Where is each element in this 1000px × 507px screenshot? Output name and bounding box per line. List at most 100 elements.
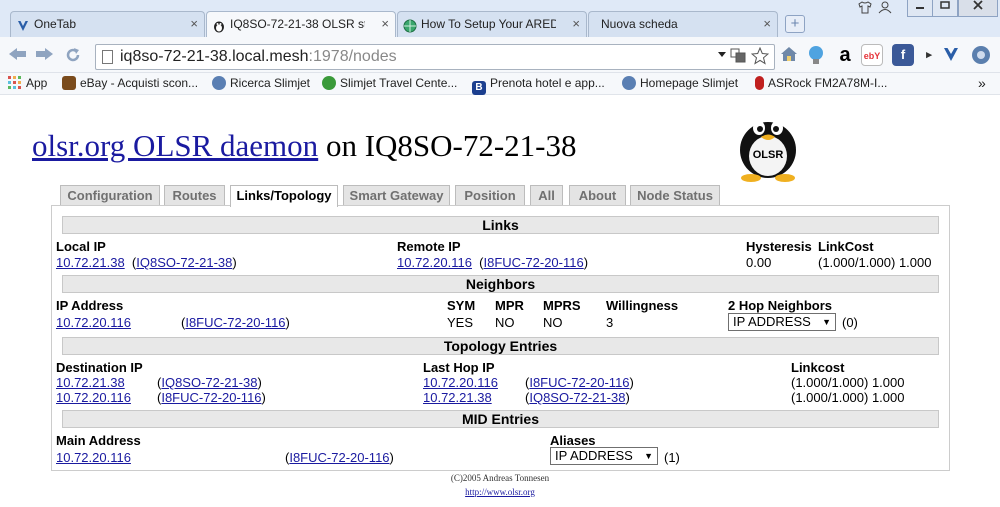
tab-aredn[interactable]: How To Setup Your AREDN × — [397, 11, 587, 37]
two-hop-select[interactable]: IP ADDRESS ▼ — [728, 313, 836, 331]
hop-host-link[interactable]: IQ8SO-72-21-38 — [529, 390, 625, 405]
amazon-icon[interactable]: a — [834, 44, 856, 66]
bookmark-ebay[interactable]: eBay - Acquisti scon... — [62, 75, 198, 92]
tab-smart-gateway[interactable]: Smart Gateway — [343, 185, 450, 206]
local-ip-link[interactable]: 10.72.21.38 — [56, 255, 125, 270]
neighbor-ip-link[interactable]: 10.72.20.116 — [56, 315, 131, 330]
tab-about[interactable]: About — [569, 185, 626, 206]
tab-links-topology[interactable]: Links/Topology — [230, 185, 338, 207]
dest-host-link[interactable]: I8FUC-72-20-116 — [161, 390, 261, 405]
translate-icon[interactable] — [730, 47, 746, 67]
window-close-button[interactable] — [958, 0, 998, 17]
olsr-logo-text: OLSR — [753, 149, 784, 161]
page-title: olsr.org OLSR daemon on IQ8SO-72-21-38 — [32, 128, 577, 164]
bookmark-asrock[interactable]: ASRock FM2A78M-I... — [755, 75, 887, 92]
bookmark-label: Slimjet Travel Cente... — [340, 76, 458, 90]
tab-routes[interactable]: Routes — [164, 185, 225, 206]
bookmark-booking[interactable]: B Prenota hotel e app... — [472, 75, 605, 95]
tab-position[interactable]: Position — [455, 185, 525, 206]
local-host-link[interactable]: IQ8SO-72-21-38 — [136, 255, 232, 270]
two-hop-count: (0) — [842, 315, 858, 330]
dest-ip-link[interactable]: 10.72.20.116 — [56, 390, 131, 405]
mid-host-link[interactable]: I8FUC-72-20-116 — [289, 450, 389, 465]
col-hysteresis: Hysteresis — [746, 239, 812, 254]
new-tab-button[interactable]: + — [785, 15, 805, 33]
col-linkcost: LinkCost — [818, 239, 874, 254]
dest-host-link[interactable]: IQ8SO-72-21-38 — [161, 375, 257, 390]
tripadvisor-icon — [322, 76, 336, 90]
aliases-select[interactable]: IP ADDRESS ▼ — [550, 447, 658, 465]
back-icon[interactable] — [8, 46, 28, 65]
col-local-ip: Local IP — [56, 239, 106, 254]
link-cost: (1.000/1.000) 1.000 — [818, 255, 932, 270]
reload-icon[interactable] — [64, 46, 82, 67]
col-mpr: MPR — [495, 298, 524, 313]
lightbulb-icon[interactable] — [805, 44, 827, 66]
asrock-icon — [755, 76, 764, 90]
topology-dest-host: (I8FUC-72-20-116) — [157, 390, 266, 405]
bookmark-slimjet-travel[interactable]: Slimjet Travel Cente... — [322, 75, 457, 92]
topology-row: 10.72.20.116 — [56, 390, 131, 405]
hop-host-link[interactable]: I8FUC-72-20-116 — [529, 375, 629, 390]
tab-all[interactable]: All — [530, 185, 563, 206]
neighbor-ip: 10.72.20.116 — [56, 315, 131, 330]
dest-ip-link[interactable]: 10.72.21.38 — [56, 375, 125, 390]
two-hop-select-value: IP ADDRESS — [733, 314, 811, 329]
neighbor-host-link[interactable]: I8FUC-72-20-116 — [185, 315, 285, 330]
remote-host-link[interactable]: I8FUC-72-20-116 — [484, 255, 584, 270]
shirt-icon[interactable] — [858, 1, 872, 17]
neighbor-willingness: 3 — [606, 315, 614, 330]
url-path: :1978/nodes — [308, 48, 397, 65]
remote-ip-link[interactable]: 10.72.20.116 — [397, 255, 472, 270]
olsr-site-link[interactable]: http://www.olsr.org — [465, 487, 535, 497]
col-sym: SYM — [447, 298, 476, 313]
bookmark-app[interactable]: App — [8, 75, 47, 92]
tab-new[interactable]: Nuova scheda × — [588, 11, 778, 37]
col-last-hop-ip: Last Hop IP — [423, 360, 495, 375]
close-icon[interactable]: × — [572, 12, 580, 36]
hop-ip-link[interactable]: 10.72.20.116 — [423, 375, 498, 390]
chevron-right-icon[interactable]: ▸ — [918, 44, 940, 66]
close-icon[interactable]: × — [763, 12, 771, 36]
menu-icon[interactable] — [970, 44, 992, 66]
address-bar[interactable]: iq8so-72-21-38.local.mesh:1978/nodes — [95, 44, 775, 70]
bookmarks-more-button[interactable]: » — [978, 75, 986, 92]
bookmark-homepage-slimjet[interactable]: Homepage Slimjet — [622, 75, 738, 92]
chevron-down-icon[interactable] — [718, 47, 726, 64]
user-icon[interactable] — [878, 1, 892, 17]
aliases-select-value: IP ADDRESS — [555, 448, 633, 463]
col-willingness: Willingness — [606, 298, 679, 313]
section-topology-header: Topology Entries — [62, 337, 939, 355]
tab-title: IQ8SO-72-21-38 OLSR sta — [230, 17, 365, 31]
link-local-ip: 10.72.21.38 (IQ8SO-72-21-38) — [56, 255, 237, 270]
mid-host: (I8FUC-72-20-116) — [285, 450, 394, 465]
topology-cost: (1.000/1.000) 1.000 — [791, 375, 905, 390]
bookmark-label: App — [26, 76, 48, 90]
forward-icon[interactable] — [34, 46, 54, 65]
home-icon[interactable] — [778, 44, 800, 66]
tab-node-status[interactable]: Node Status — [630, 185, 720, 206]
tab-onetab[interactable]: OneTab × — [10, 11, 205, 37]
url-host: iq8so-72-21-38.local.mesh — [120, 48, 309, 65]
facebook-icon[interactable]: f — [892, 44, 914, 66]
minimize-button[interactable] — [907, 0, 933, 17]
restore-button[interactable] — [932, 0, 958, 17]
hop-ip-link[interactable]: 10.72.21.38 — [423, 390, 492, 405]
close-icon[interactable]: × — [381, 12, 389, 36]
topology-cost: (1.000/1.000) 1.000 — [791, 390, 905, 405]
close-icon[interactable]: × — [190, 12, 198, 36]
olsr-home-link[interactable]: olsr.org OLSR daemon — [32, 128, 318, 163]
chevron-down-icon: ▼ — [644, 451, 653, 461]
onetab-icon[interactable] — [940, 44, 962, 66]
ebay-icon — [62, 76, 76, 90]
ebay-icon[interactable]: ebY — [861, 44, 883, 66]
mid-ip-link[interactable]: 10.72.20.116 — [56, 450, 131, 465]
star-icon[interactable] — [750, 46, 770, 69]
tab-configuration[interactable]: Configuration — [60, 185, 160, 206]
bookmark-ricerca-slimjet[interactable]: Ricerca Slimjet — [212, 75, 310, 92]
tab-olsr[interactable]: IQ8SO-72-21-38 OLSR sta × — [206, 11, 396, 38]
slimjet-icon — [212, 76, 226, 90]
mid-main-ip: 10.72.20.116 — [56, 450, 131, 465]
bookmark-label: eBay - Acquisti scon... — [80, 76, 199, 90]
tab-title: OneTab — [34, 17, 77, 31]
